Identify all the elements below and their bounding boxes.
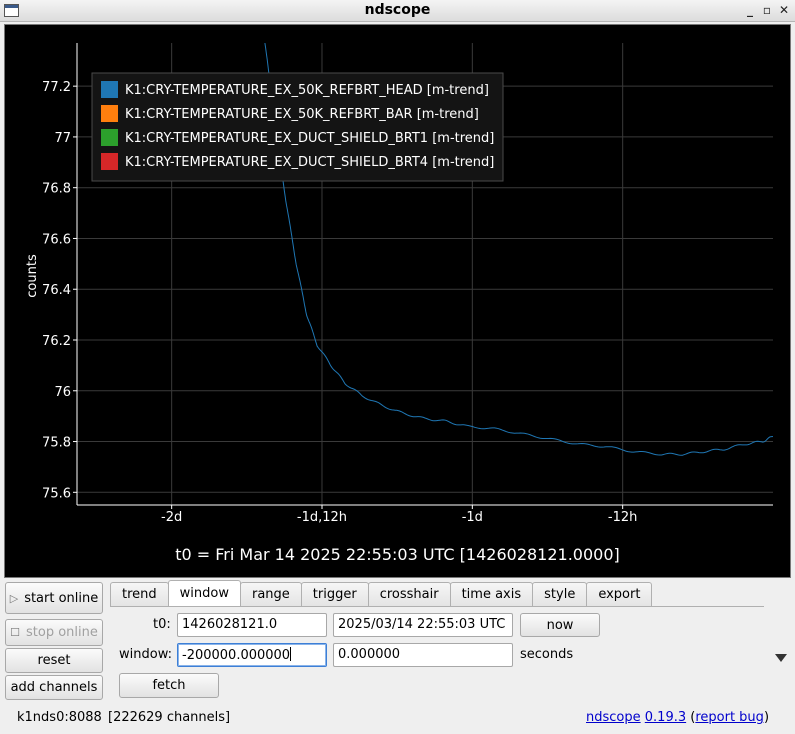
legend-swatch: [101, 81, 118, 98]
y-tick-label: 75.6: [42, 486, 71, 501]
t0-gps-input[interactable]: 1426028121.0: [177, 613, 327, 637]
y-tick-label: 75.8: [42, 436, 71, 451]
x-tick-label: -1d: [462, 510, 483, 525]
t0-readout: t0 = Fri Mar 14 2025 22:55:03 UTC [14260…: [175, 545, 620, 564]
maximize-icon[interactable]: ▫: [759, 2, 775, 18]
collapse-arrow-icon[interactable]: [775, 654, 787, 662]
window-start-input[interactable]: -200000.000000: [177, 643, 327, 667]
start-online-button[interactable]: ▷ start online: [5, 582, 103, 614]
tab-range[interactable]: range: [239, 582, 302, 606]
channel-count: [222629 channels]: [108, 710, 231, 725]
x-tick-label: -2d: [161, 510, 182, 525]
text-caret: [290, 647, 292, 661]
legend-swatch: [101, 105, 118, 122]
play-icon: ▷: [9, 591, 19, 605]
minimize-icon[interactable]: _: [742, 2, 758, 18]
stop-online-label: stop online: [26, 625, 98, 640]
y-tick-label: 76: [54, 385, 71, 400]
y-tick-label: 77: [54, 131, 71, 146]
y-tick-label: 76.4: [42, 283, 71, 298]
tab-time-axis[interactable]: time axis: [449, 582, 534, 606]
version-link[interactable]: 0.19.3: [645, 710, 686, 725]
tab-style[interactable]: style: [532, 582, 588, 606]
fetch-button[interactable]: fetch: [119, 673, 219, 698]
t0-utc-input[interactable]: 2025/03/14 22:55:03 UTC: [333, 613, 513, 637]
legend-label: K1:CRY-TEMPERATURE_EX_DUCT_SHIELD_BRT4 […: [125, 155, 494, 170]
about-links: ndscope 0.19.3 (report bug): [586, 710, 769, 725]
control-tabs: trend window range trigger crosshair time axi…: [110, 580, 653, 606]
trend-plot[interactable]: -2d -1d,12h -1d -12h 75.6 75.8 76 76.2 76.4 76.6 7…: [5, 25, 792, 579]
ndscope-link[interactable]: ndscope: [586, 710, 641, 725]
tab-crosshair[interactable]: crosshair: [367, 582, 451, 606]
y-tick-label: 76.8: [42, 182, 71, 197]
tab-window[interactable]: window: [167, 580, 241, 606]
window-end-input[interactable]: 0.000000: [333, 643, 513, 667]
add-channels-button[interactable]: add channels: [5, 675, 103, 700]
plot-legend[interactable]: K1:CRY-TEMPERATURE_EX_50K_REFBRT_HEAD [m…: [91, 72, 504, 182]
window-units: seconds: [520, 647, 574, 662]
stop-icon: ☐: [10, 626, 20, 639]
plot-panel[interactable]: -2d -1d,12h -1d -12h 75.6 75.8 76 76.2 76.4 76.6 7…: [4, 24, 791, 578]
server-status: k1nds0:8088: [17, 710, 102, 725]
legend-label: K1:CRY-TEMPERATURE_EX_50K_REFBRT_BAR [m-…: [125, 107, 479, 122]
y-axis-label: counts: [25, 254, 40, 298]
x-tick-label: -1d,12h: [297, 510, 347, 525]
tab-trend[interactable]: trend: [110, 582, 169, 606]
start-online-label: start online: [24, 590, 99, 606]
legend-swatch: [101, 129, 118, 146]
window-start-value: -200000.000000: [182, 648, 291, 663]
t0-label: t0:: [153, 617, 171, 632]
y-tick-label: 76.6: [42, 232, 71, 247]
window-label: window:: [119, 647, 172, 662]
legend-label: K1:CRY-TEMPERATURE_EX_DUCT_SHIELD_BRT1 […: [125, 131, 494, 146]
close-paren: ): [763, 710, 770, 725]
tab-export[interactable]: export: [586, 582, 653, 606]
legend-label: K1:CRY-TEMPERATURE_EX_50K_REFBRT_HEAD [m…: [125, 83, 489, 98]
title-bar: ndscope _ ▫ ✕: [0, 0, 795, 22]
y-tick-label: 76.2: [42, 334, 71, 349]
window-title: ndscope: [364, 2, 431, 18]
reset-button[interactable]: reset: [5, 648, 103, 673]
now-button[interactable]: now: [520, 613, 600, 637]
stop-online-button[interactable]: ☐ stop online: [5, 619, 103, 646]
tab-trigger[interactable]: trigger: [300, 582, 369, 606]
report-bug-link[interactable]: report bug: [695, 710, 764, 725]
tab-divider: [110, 606, 764, 607]
close-icon[interactable]: ✕: [776, 2, 792, 18]
y-tick-label: 77.2: [42, 80, 71, 95]
legend-swatch: [101, 153, 118, 170]
x-tick-label: -12h: [608, 510, 637, 525]
